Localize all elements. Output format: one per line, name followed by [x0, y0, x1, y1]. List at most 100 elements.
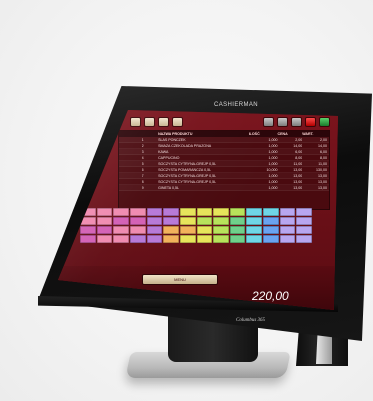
order-flag: [121, 186, 142, 190]
product-key[interactable]: [246, 235, 263, 243]
product-key[interactable]: [263, 226, 279, 234]
order-price: 2,00: [295, 137, 303, 142]
order-flag: [121, 156, 142, 160]
order-qty: 1,000: [268, 185, 278, 190]
cancel-button[interactable]: [305, 117, 316, 127]
order-value: 6,00: [319, 149, 327, 154]
product-key[interactable]: [246, 208, 263, 216]
settings-button[interactable]: [291, 117, 302, 127]
product-key[interactable]: [296, 217, 312, 225]
product-key[interactable]: [163, 217, 179, 225]
order-name: KAWA: [158, 149, 169, 154]
product-key[interactable]: [163, 226, 179, 234]
product-key[interactable]: [163, 208, 179, 216]
product-key[interactable]: [213, 217, 229, 225]
product-key[interactable]: [113, 235, 129, 243]
product-key[interactable]: [129, 226, 146, 234]
product-key[interactable]: [263, 208, 279, 216]
order-index: 5: [141, 161, 144, 166]
scroll-right-button[interactable]: [277, 117, 288, 127]
product-key[interactable]: [80, 235, 96, 243]
product-key[interactable]: [96, 235, 113, 243]
product-key[interactable]: [146, 235, 163, 243]
product-key[interactable]: [296, 208, 312, 216]
product-key[interactable]: [146, 208, 163, 216]
product-key[interactable]: [229, 235, 246, 243]
order-flag: [121, 144, 142, 148]
order-name: ŚLAS PONCZEK: [158, 137, 186, 142]
col-b-header: [142, 132, 158, 136]
product-key[interactable]: [279, 217, 296, 225]
product-key[interactable]: [213, 235, 229, 243]
product-key[interactable]: [179, 217, 196, 225]
confirm-button[interactable]: [319, 117, 330, 127]
product-key[interactable]: [129, 235, 146, 243]
product-key[interactable]: [129, 217, 146, 225]
print-button[interactable]: [172, 117, 183, 127]
order-price: 13,00: [293, 179, 303, 184]
product-key[interactable]: [229, 208, 246, 216]
order-value: 8,00: [319, 155, 327, 160]
order-qty: 1,000: [268, 137, 278, 142]
scroll-left-button[interactable]: [263, 117, 274, 127]
total-amount: 220,00: [252, 289, 289, 303]
list-button[interactable]: [158, 117, 169, 127]
order-name: SMAŻA CZEKOLADA PRAŻONA: [158, 143, 212, 148]
product-key[interactable]: [246, 226, 263, 234]
product-key[interactable]: [129, 208, 146, 216]
order-qty: 1,000: [268, 149, 278, 154]
product-key[interactable]: [213, 208, 229, 216]
product-key[interactable]: [296, 235, 312, 243]
product-key[interactable]: [113, 217, 129, 225]
order-name: CAPPUCINO: [158, 155, 180, 160]
order-index: 9: [141, 185, 144, 190]
col-value-header: WART.: [302, 132, 314, 136]
order-index: 7: [141, 173, 144, 178]
order-row[interactable]: 9 GINETA 0,5L 1,000 13,00 13,00: [119, 185, 329, 191]
product-key[interactable]: [213, 226, 229, 234]
product-key[interactable]: [263, 217, 279, 225]
col-a-header: [121, 132, 142, 136]
order-flag: [121, 168, 142, 172]
product-key[interactable]: [279, 226, 296, 234]
product-key[interactable]: [163, 235, 179, 243]
product-key[interactable]: [229, 217, 246, 225]
product-key[interactable]: [146, 217, 163, 225]
menu-button[interactable]: MENU: [142, 274, 218, 285]
product-key[interactable]: [179, 235, 196, 243]
product-key[interactable]: [196, 226, 213, 234]
product-key[interactable]: [179, 226, 196, 234]
order-flag: [121, 162, 142, 166]
product-key[interactable]: [196, 208, 213, 216]
order-price: 8,00: [295, 155, 303, 160]
product-key[interactable]: [296, 226, 312, 234]
product-key[interactable]: [196, 235, 213, 243]
order-index: 4: [141, 155, 144, 160]
product-key[interactable]: [279, 208, 296, 216]
pos-screen[interactable]: NAZWA PRODUKTU ILOŚĆ CENA WART. 1 ŚLAS P…: [58, 110, 338, 310]
order-value: 2,00: [319, 137, 327, 142]
back-button[interactable]: [130, 117, 141, 127]
product-key[interactable]: [113, 226, 129, 234]
product-key[interactable]: [196, 217, 213, 225]
order-price: 13,00: [293, 173, 303, 178]
product-key[interactable]: [80, 226, 96, 234]
product-key[interactable]: [279, 235, 296, 243]
product-key[interactable]: [96, 217, 113, 225]
product-key[interactable]: [179, 208, 196, 216]
order-price: 6,00: [295, 149, 303, 154]
product-key[interactable]: [263, 235, 279, 243]
order-index: 6: [141, 167, 144, 172]
product-key[interactable]: [229, 226, 246, 234]
product-key[interactable]: [246, 217, 263, 225]
product-key[interactable]: [146, 226, 163, 234]
order-price: 11,00: [293, 161, 303, 166]
product-key[interactable]: [96, 208, 113, 216]
col-name-header: NAZWA PRODUKTU: [158, 132, 193, 136]
order-qty: 1,000: [268, 173, 278, 178]
product-key[interactable]: [96, 226, 113, 234]
menu-grid-button[interactable]: [144, 117, 155, 127]
product-key[interactable]: [113, 208, 129, 216]
order-qty: 1,000: [268, 143, 278, 148]
order-flag: [121, 150, 142, 154]
